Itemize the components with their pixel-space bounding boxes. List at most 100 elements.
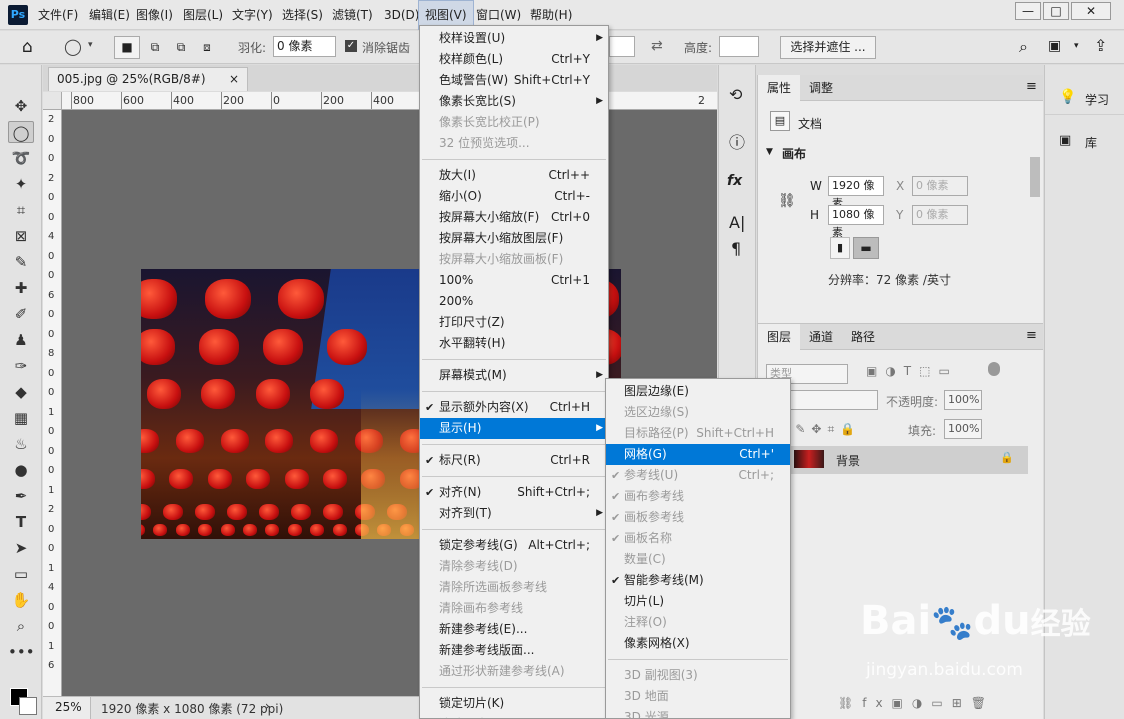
view-menu-item[interactable]: 清除切片(C): [420, 714, 608, 718]
view-menu-item[interactable]: 100% Ctrl+1: [420, 270, 608, 291]
healing-brush-tool-icon[interactable]: ✚: [8, 277, 34, 299]
status-expand-icon[interactable]: ›: [265, 699, 270, 713]
info-panel-icon[interactable]: ⓘ: [729, 129, 745, 153]
view-menu-item[interactable]: 打印尺寸(Z): [420, 312, 608, 333]
collapse-icon[interactable]: ▼: [766, 147, 773, 157]
canvas-width-input[interactable]: 1920 像素: [828, 176, 884, 210]
show-submenu-item[interactable]: 目标路径(P) Shift+Ctrl+H: [606, 423, 790, 444]
width-input[interactable]: [609, 36, 635, 57]
view-menu-item[interactable]: 清除画布参考线: [420, 598, 608, 619]
layers-menu-icon[interactable]: ≡: [1026, 328, 1037, 343]
document-tab[interactable]: 005.jpg @ 25%(RGB/8#) ×: [48, 67, 248, 91]
history-panel-icon[interactable]: ⟲: [729, 85, 742, 104]
intersect-selection-icon[interactable]: ⧈: [194, 36, 220, 59]
view-menu-item[interactable]: 新建参考线(E)...: [420, 619, 608, 640]
view-menu-item[interactable]: 锁定参考线(G) Alt+Ctrl+;: [420, 535, 608, 556]
history-brush-tool-icon[interactable]: ✑: [8, 355, 34, 377]
layer-row[interactable]: 背景 🔒: [758, 446, 1028, 474]
minimize-button[interactable]: —: [1015, 2, 1041, 20]
show-submenu-item[interactable]: 选区边缘(S): [606, 402, 790, 423]
view-menu-item[interactable]: 按屏幕大小缩放(F) Ctrl+0: [420, 207, 608, 228]
brush-tool-icon[interactable]: ✐: [8, 303, 34, 325]
filter-toggle-icon[interactable]: [988, 362, 1000, 376]
close-tab-icon[interactable]: ×: [229, 68, 239, 90]
move-tool-icon[interactable]: ✥: [8, 95, 34, 117]
view-menu-item[interactable]: ✔ 标尺(R) Ctrl+R: [420, 450, 608, 471]
tab-paths[interactable]: 路径: [842, 324, 884, 350]
show-submenu-item[interactable]: ✔ 画板名称: [606, 528, 790, 549]
chevron-down-icon[interactable]: ▾: [88, 40, 93, 50]
height-input[interactable]: [719, 36, 759, 57]
crop-tool-icon[interactable]: ⌗: [8, 199, 34, 221]
tab-channels[interactable]: 通道: [800, 324, 842, 350]
rectangle-tool-icon[interactable]: ▭: [8, 563, 34, 585]
canvas-x-input[interactable]: 0 像素: [912, 176, 968, 196]
share-icon[interactable]: ⇪: [1094, 36, 1107, 55]
panel-menu-icon[interactable]: ≡: [1026, 79, 1037, 94]
styles-panel-icon[interactable]: fx: [727, 173, 742, 189]
show-submenu-item[interactable]: 数量(C): [606, 549, 790, 570]
dodge-tool-icon[interactable]: ●: [8, 459, 34, 481]
clone-stamp-tool-icon[interactable]: ♟: [8, 329, 34, 351]
layer-filter-icons[interactable]: ▣◑T⬚▭: [866, 364, 958, 378]
feather-input[interactable]: 0 像素: [273, 36, 336, 57]
zoom-tool-icon[interactable]: ⌕: [8, 615, 34, 637]
view-menu-item[interactable]: 校样设置(U) ▶: [420, 28, 608, 49]
tab-adjustments[interactable]: 调整: [800, 75, 842, 101]
view-menu-item[interactable]: 对齐到(T) ▶: [420, 503, 608, 524]
elliptical-marquee-preset-icon[interactable]: ◯: [64, 37, 82, 56]
view-menu-item[interactable]: 按屏幕大小缩放画板(F): [420, 249, 608, 270]
show-submenu-item[interactable]: ✔ 参考线(U) Ctrl+;: [606, 465, 790, 486]
edit-toolbar-icon[interactable]: •••: [8, 641, 35, 663]
landscape-icon[interactable]: ▬: [853, 237, 879, 259]
menu-2[interactable]: 图像(I): [130, 0, 179, 30]
eyedropper-tool-icon[interactable]: ✎: [8, 251, 34, 273]
workspace-icon[interactable]: ▣: [1048, 38, 1061, 54]
scrollbar-thumb[interactable]: [1030, 157, 1040, 197]
opacity-input[interactable]: 100%: [944, 390, 982, 410]
view-menu-item[interactable]: 200%: [420, 291, 608, 312]
view-menu-item[interactable]: 通过形状新建参考线(A): [420, 661, 608, 682]
view-menu-item[interactable]: 校样颜色(L) Ctrl+Y: [420, 49, 608, 70]
show-submenu-item[interactable]: ✔ 画布参考线: [606, 486, 790, 507]
new-selection-icon[interactable]: ■: [114, 36, 140, 59]
subtract-selection-icon[interactable]: ⧉: [168, 36, 194, 59]
antialias-checkbox[interactable]: ✓: [345, 40, 357, 52]
paragraph-panel-icon[interactable]: ¶: [731, 239, 741, 258]
close-button[interactable]: ✕: [1071, 2, 1111, 20]
menu-0[interactable]: 文件(F): [32, 0, 84, 30]
menu-3[interactable]: 图层(L): [177, 0, 229, 30]
tab-properties[interactable]: 属性: [758, 75, 801, 101]
view-menu-item[interactable]: 缩小(O) Ctrl+-: [420, 186, 608, 207]
menu-5[interactable]: 选择(S): [276, 0, 329, 30]
show-submenu-item[interactable]: 图层边缘(E): [606, 381, 790, 402]
view-menu-item[interactable]: 色域警告(W) Shift+Ctrl+Y: [420, 70, 608, 91]
show-submenu-item[interactable]: ✔ 智能参考线(M): [606, 570, 790, 591]
show-submenu-item[interactable]: ✔ 画板参考线: [606, 507, 790, 528]
view-menu-item[interactable]: 按屏幕大小缩放图层(F): [420, 228, 608, 249]
view-menu-item[interactable]: ✔ 对齐(N) Shift+Ctrl+;: [420, 482, 608, 503]
lasso-tool-icon[interactable]: ➰: [8, 147, 34, 169]
zoom-level[interactable]: 25%: [43, 697, 91, 719]
view-menu-item[interactable]: 水平翻转(H): [420, 333, 608, 354]
view-menu-item[interactable]: 屏幕模式(M) ▶: [420, 365, 608, 386]
home-icon[interactable]: ⌂: [22, 37, 33, 57]
view-menu-item[interactable]: 放大(I) Ctrl++: [420, 165, 608, 186]
frame-tool-icon[interactable]: ⊠: [8, 225, 34, 247]
swap-icon[interactable]: ⇄: [651, 38, 663, 54]
character-panel-icon[interactable]: A|: [729, 213, 745, 232]
view-menu-item[interactable]: 显示(H) ▶: [420, 418, 608, 439]
view-menu-item[interactable]: 锁定切片(K): [420, 693, 608, 714]
library-button[interactable]: ▣ 库: [1045, 125, 1124, 159]
pen-tool-icon[interactable]: ✒: [8, 485, 34, 507]
search-icon[interactable]: ⌕: [1019, 37, 1028, 57]
view-menu-item[interactable]: 像素长宽比校正(P): [420, 112, 608, 133]
select-and-mask-button[interactable]: 选择并遮住 ...: [780, 36, 876, 59]
view-menu-item[interactable]: 清除参考线(D): [420, 556, 608, 577]
show-submenu-item[interactable]: 网格(G) Ctrl+': [606, 444, 790, 465]
elliptical-marquee-tool-icon[interactable]: ◯: [8, 121, 34, 143]
magic-wand-tool-icon[interactable]: ✦: [8, 173, 34, 195]
view-menu-item[interactable]: 32 位预览选项...: [420, 133, 608, 154]
portrait-icon[interactable]: ▮: [830, 237, 850, 259]
view-menu-item[interactable]: 新建参考线版面...: [420, 640, 608, 661]
